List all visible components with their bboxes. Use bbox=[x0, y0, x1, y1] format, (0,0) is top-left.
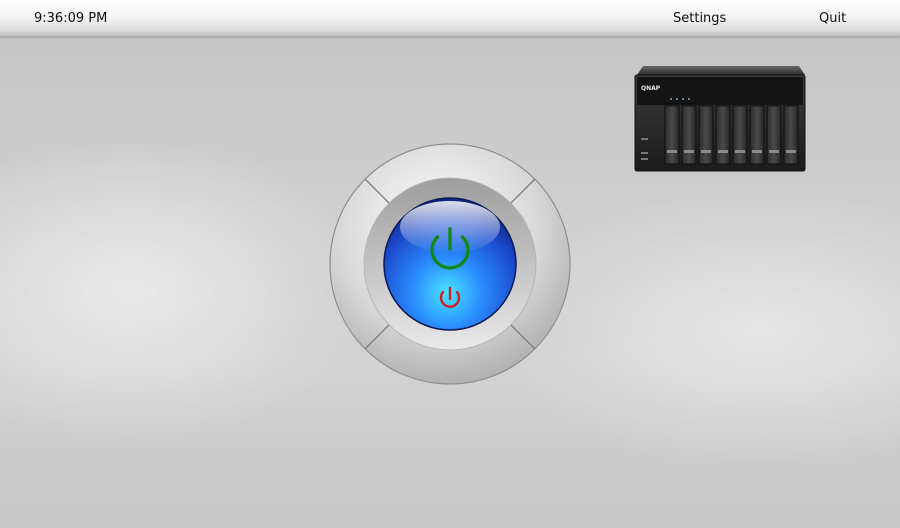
nas-device-image: QNAP bbox=[633, 66, 807, 172]
power-control-widget bbox=[329, 143, 571, 385]
top-menu-bar: 9:36:09 PM Settings Quit bbox=[0, 0, 900, 37]
clock: 9:36:09 PM bbox=[34, 11, 108, 26]
power-knob[interactable] bbox=[383, 197, 517, 331]
quit-menu[interactable]: Quit bbox=[819, 11, 846, 27]
nas-brand-logo: QNAP bbox=[641, 85, 661, 92]
qnap-nas-icon: QNAP bbox=[634, 66, 806, 172]
settings-menu[interactable]: Settings bbox=[673, 11, 726, 27]
